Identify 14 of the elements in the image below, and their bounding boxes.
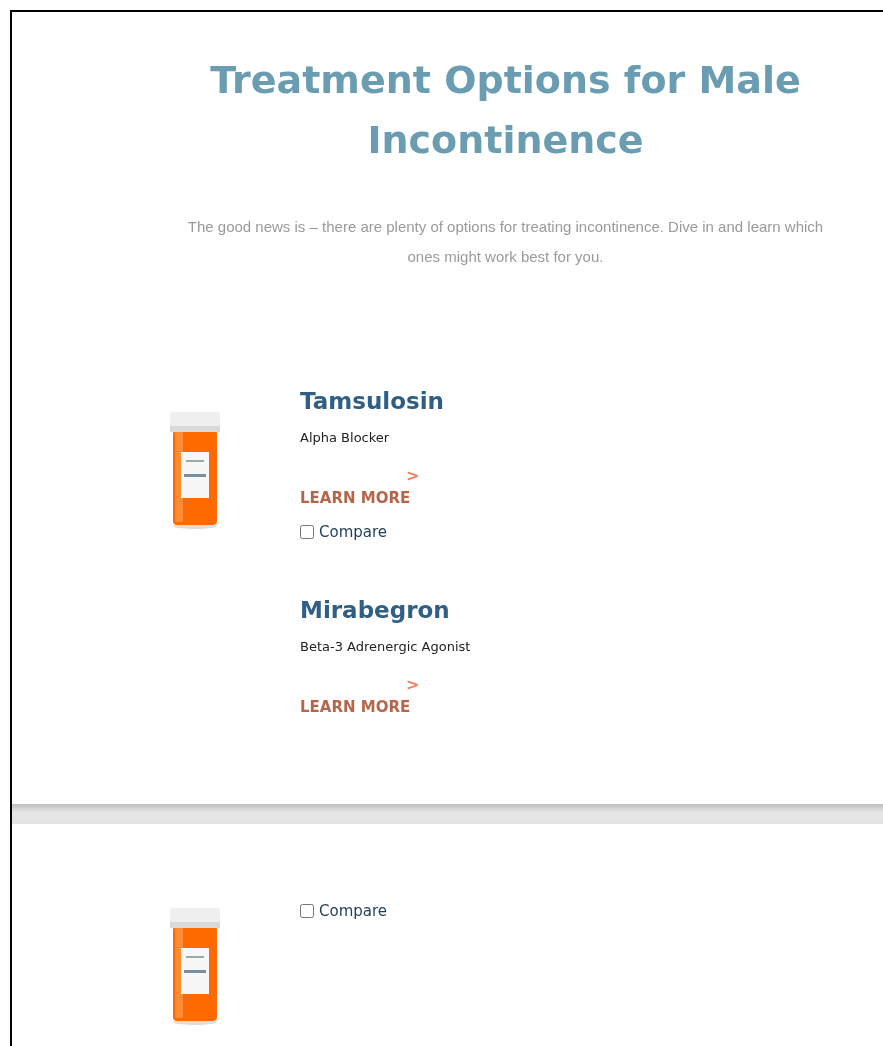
learn-more-link[interactable]: LEARN MORE <box>300 698 411 716</box>
checkbox[interactable] <box>300 525 314 539</box>
checkbox[interactable] <box>300 904 314 918</box>
product-category: Alpha Blocker <box>300 430 391 445</box>
product-name: Mirabegron <box>300 596 451 625</box>
intro-text: The good news is – there are plenty of options for treating incontinence. Dive in and learn which ones might work best for you. <box>186 217 825 267</box>
page-heading: Treatment Options for Male Incontinence <box>209 57 802 164</box>
chevron-icon: > <box>406 676 420 694</box>
product-category: Beta-3 Adrenergic Agonist <box>300 639 471 654</box>
product-name: Tamsulosin <box>300 387 444 416</box>
compare-checkbox[interactable]: Compare <box>300 902 388 920</box>
chevron-icon: > <box>406 467 420 485</box>
compare-checkbox[interactable]: Compare <box>300 523 444 541</box>
learn-more-link[interactable]: LEARN MORE <box>300 489 411 507</box>
